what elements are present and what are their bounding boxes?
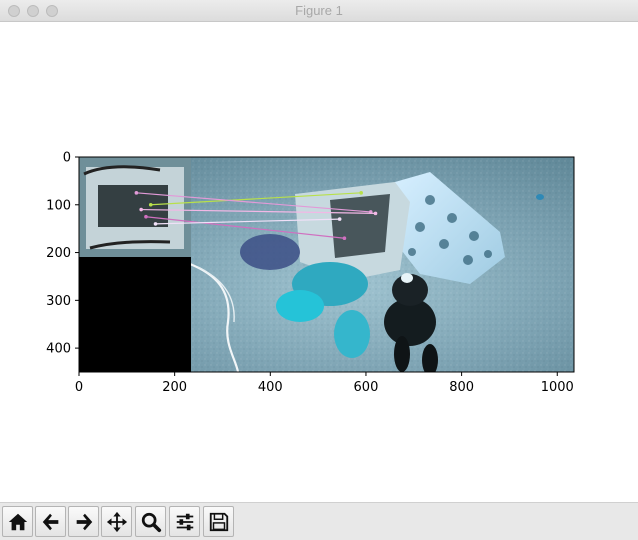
match-keypoint [337,217,342,221]
pan-button[interactable] [101,506,132,537]
match-keypoint [148,202,153,207]
home-icon [8,513,27,530]
plush-toy-head [276,290,324,322]
sheep-toy-leg [394,336,410,372]
magnifier-icon [141,512,161,532]
sheep-toy-leg-2 [422,344,438,372]
match-keypoint [342,236,347,241]
pillow-print [330,194,390,258]
match-keypoint [134,191,139,195]
y-tick-label: 100 [46,198,71,213]
x-tick-label: 400 [258,380,283,395]
forward-button[interactable] [68,506,99,537]
y-tick-label: 300 [46,294,71,309]
zoom-button[interactable] [135,506,166,537]
sliders-icon [176,513,193,530]
x-tick-label: 600 [354,380,379,395]
y-tick-label: 400 [46,342,71,357]
image-content [79,157,574,372]
sheep-toy-eye [401,273,413,283]
match-keypoint [373,211,378,216]
back-button[interactable] [35,506,66,537]
arrow-left-icon [42,513,58,530]
y-tick-label: 200 [46,246,71,261]
figure-canvas[interactable]: 0 200 400 600 800 1000 0 100 200 300 400 [0,22,638,502]
plush-toy-leg [334,310,370,358]
title-bar: Figure 1 [0,0,638,22]
match-keypoint [153,222,158,226]
x-tick-label: 800 [449,380,474,395]
plot-area[interactable]: 0 200 400 600 800 1000 0 100 200 300 400 [0,22,638,502]
small-blue-object [536,194,544,200]
match-keypoint [144,214,148,219]
window-title: Figure 1 [295,3,343,18]
match-keypoint [359,191,363,195]
padding-black [79,257,191,372]
move-icon [106,511,127,532]
navigation-toolbar [0,502,638,540]
floppy-disk-icon [209,512,228,531]
save-button[interactable] [203,506,234,537]
x-tick-label: 200 [162,380,187,395]
x-tick-label: 1000 [541,380,574,395]
plush-toy-dark [240,234,300,270]
configure-subplots-button[interactable] [169,506,200,537]
x-tick-label: 0 [75,380,83,395]
match-keypoint [139,207,143,212]
arrow-right-icon [76,513,92,530]
home-button[interactable] [2,506,33,537]
y-tick-label: 0 [63,151,71,166]
reference-print [98,185,168,227]
